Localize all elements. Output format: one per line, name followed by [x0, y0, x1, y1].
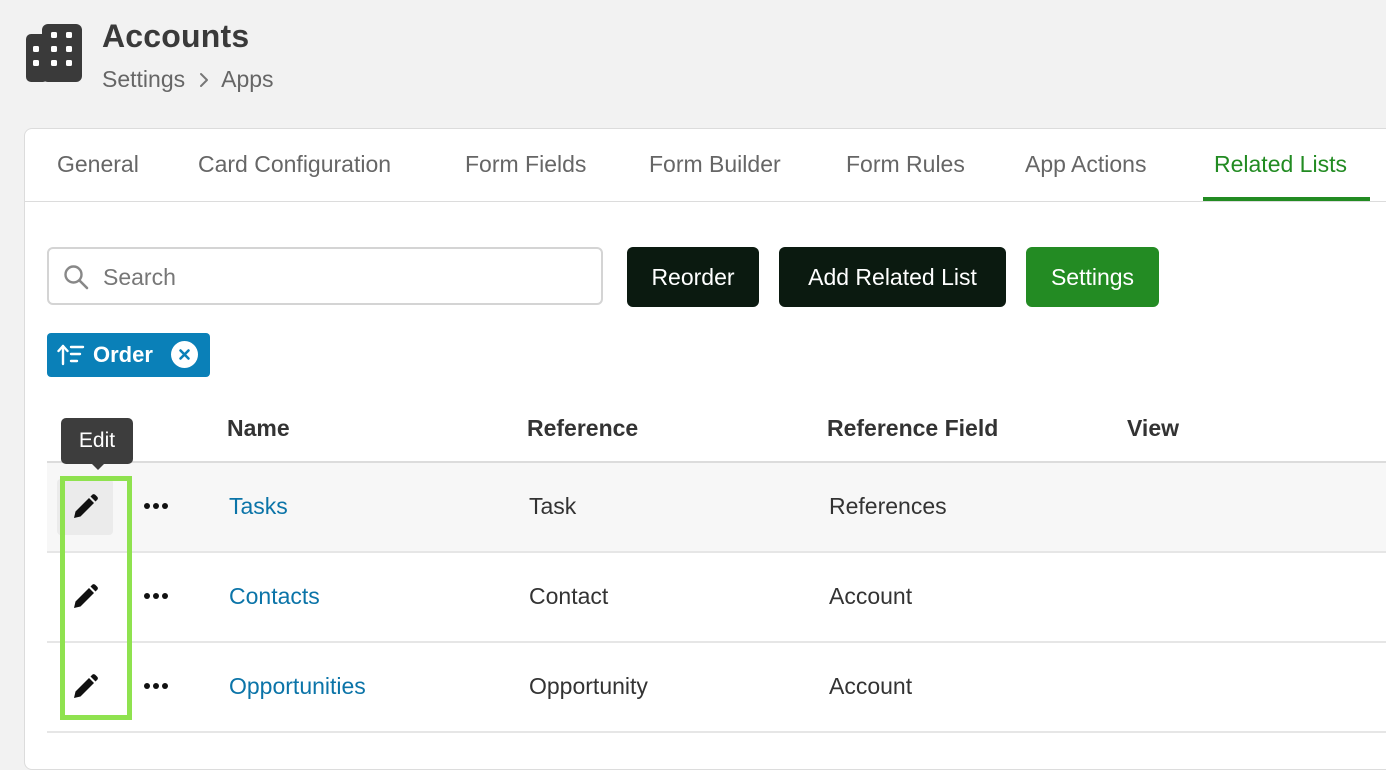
column-header-view[interactable]: View	[1127, 415, 1179, 442]
tab-form-builder[interactable]: Form Builder	[649, 151, 781, 178]
chip-remove-button[interactable]	[171, 341, 198, 368]
row-reference-field: Account	[829, 673, 913, 699]
pencil-icon	[74, 584, 98, 608]
reorder-button[interactable]: Reorder	[627, 247, 759, 307]
row-name-link[interactable]: Tasks	[229, 493, 288, 520]
table-row[interactable]: Tasks Task References	[47, 463, 1386, 553]
tab-form-rules[interactable]: Form Rules	[846, 151, 965, 178]
sort-ascending-icon	[57, 344, 85, 366]
active-tab-indicator	[1203, 197, 1370, 201]
row-reference: Task	[529, 493, 577, 519]
table-row[interactable]: Contacts Contact Account	[47, 553, 1386, 643]
breadcrumb: Settings Apps	[102, 66, 274, 93]
search-field[interactable]	[47, 247, 603, 305]
column-header-reference[interactable]: Reference	[527, 415, 638, 442]
order-filter-chip[interactable]: Order	[47, 333, 210, 377]
row-reference: Opportunity	[529, 673, 648, 699]
table-row[interactable]: Opportunities Opportunity Account	[47, 643, 1386, 733]
breadcrumb-apps[interactable]: Apps	[221, 66, 273, 93]
close-icon	[179, 349, 190, 360]
chevron-right-icon	[200, 72, 209, 87]
pencil-icon	[74, 494, 98, 518]
related-lists-panel: General Card Configuration Form Fields F…	[24, 128, 1386, 770]
page-title: Accounts	[102, 18, 250, 54]
tab-card-configuration[interactable]: Card Configuration	[198, 151, 391, 178]
more-horizontal-icon	[144, 593, 168, 599]
tab-app-actions[interactable]: App Actions	[1025, 151, 1146, 178]
search-input[interactable]	[101, 257, 595, 297]
more-actions-button[interactable]	[139, 489, 173, 523]
row-name-link[interactable]: Opportunities	[229, 673, 366, 700]
search-icon	[64, 265, 89, 290]
page-header: Accounts Settings Apps	[0, 0, 1386, 128]
row-reference-field: References	[829, 493, 947, 519]
more-actions-button[interactable]	[139, 579, 173, 613]
more-horizontal-icon	[144, 503, 168, 509]
edit-button[interactable]	[57, 569, 113, 625]
row-name-link[interactable]: Contacts	[229, 583, 320, 610]
building-icon	[26, 24, 82, 82]
more-horizontal-icon	[144, 683, 168, 689]
tab-bar: General Card Configuration Form Fields F…	[25, 129, 1386, 202]
settings-button[interactable]: Settings	[1026, 247, 1159, 307]
row-reference: Contact	[529, 583, 609, 609]
table-header: Name Reference Reference Field View	[47, 391, 1386, 463]
tab-general[interactable]: General	[57, 151, 139, 178]
edit-tooltip: Edit	[61, 418, 133, 464]
column-header-name[interactable]: Name	[227, 415, 290, 442]
tab-related-lists[interactable]: Related Lists	[1214, 151, 1347, 178]
edit-button[interactable]	[57, 659, 113, 715]
order-chip-label: Order	[93, 342, 153, 367]
tooltip-arrow	[90, 462, 106, 470]
row-reference-field: Account	[829, 583, 913, 609]
edit-button[interactable]	[57, 479, 113, 535]
more-actions-button[interactable]	[139, 669, 173, 703]
add-related-list-button[interactable]: Add Related List	[779, 247, 1006, 307]
breadcrumb-settings[interactable]: Settings	[102, 66, 185, 93]
column-header-reference-field[interactable]: Reference Field	[827, 415, 998, 442]
pencil-icon	[74, 674, 98, 698]
tab-form-fields[interactable]: Form Fields	[465, 151, 586, 178]
